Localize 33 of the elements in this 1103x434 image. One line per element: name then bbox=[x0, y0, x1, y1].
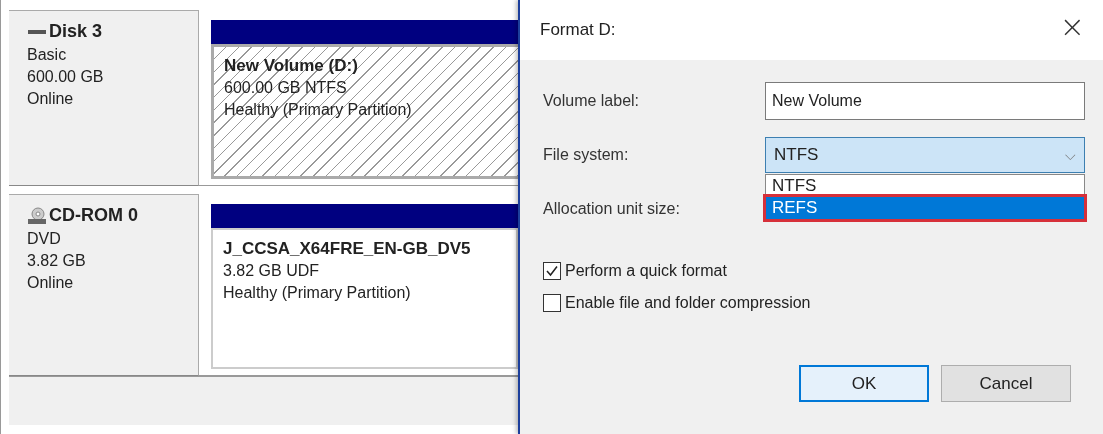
cd-drive-icon bbox=[27, 206, 47, 225]
disk-type: DVD bbox=[27, 229, 62, 249]
volume-panel[interactable]: New Volume (D:) 600.00 GB NTFS Healthy (Primary Partition) bbox=[211, 44, 518, 179]
volume-label-field[interactable]: New Volume bbox=[765, 82, 1085, 120]
close-button[interactable]: × bbox=[1059, 14, 1103, 40]
ok-button[interactable]: OK bbox=[799, 365, 929, 402]
checkbox[interactable] bbox=[543, 262, 561, 280]
checkbox-label: Enable file and folder compression bbox=[565, 294, 811, 312]
volume-name: J_CCSA_X64FRE_EN-GB_DV5 bbox=[223, 238, 471, 260]
disk-status: Online bbox=[27, 273, 75, 293]
field-label: File system: bbox=[543, 146, 630, 164]
file-system-dropdown[interactable]: NTFS ⌵ bbox=[765, 137, 1085, 173]
disk-name: CD-ROM 0 bbox=[49, 205, 138, 226]
checkbox-label: Perform a quick format bbox=[565, 262, 727, 280]
disk-size: 3.82 GB bbox=[27, 251, 87, 271]
disk-type: Basic bbox=[27, 45, 68, 65]
field-label: Allocation unit size: bbox=[543, 200, 681, 218]
caret-icon: ⌵ bbox=[1065, 146, 1076, 164]
disk-status: Online bbox=[27, 89, 75, 109]
cancel-button[interactable]: Cancel bbox=[941, 365, 1071, 402]
volume-detail: 600.00 GB NTFS bbox=[224, 78, 347, 98]
field-label: Volume label: bbox=[543, 92, 641, 110]
dropdown-option[interactable]: REFS bbox=[766, 197, 1084, 219]
volume-health: Healthy (Primary Partition) bbox=[223, 283, 411, 303]
checkbox[interactable] bbox=[543, 294, 561, 312]
volume-name: New Volume (D:) bbox=[224, 55, 358, 77]
dialog-title: Format D: bbox=[540, 20, 616, 40]
dropdown-option[interactable]: NTFS bbox=[766, 175, 1084, 197]
volume-detail: 3.82 GB UDF bbox=[223, 261, 320, 281]
disk-name: Disk 3 bbox=[49, 21, 103, 42]
disk-size: 600.00 GB bbox=[27, 67, 105, 87]
volume-health: Healthy (Primary Partition) bbox=[224, 100, 412, 120]
volume-panel[interactable]: J_CCSA_X64FRE_EN-GB_DV5 3.82 GB UDF Healthy (Primary Partition) bbox=[211, 228, 518, 369]
